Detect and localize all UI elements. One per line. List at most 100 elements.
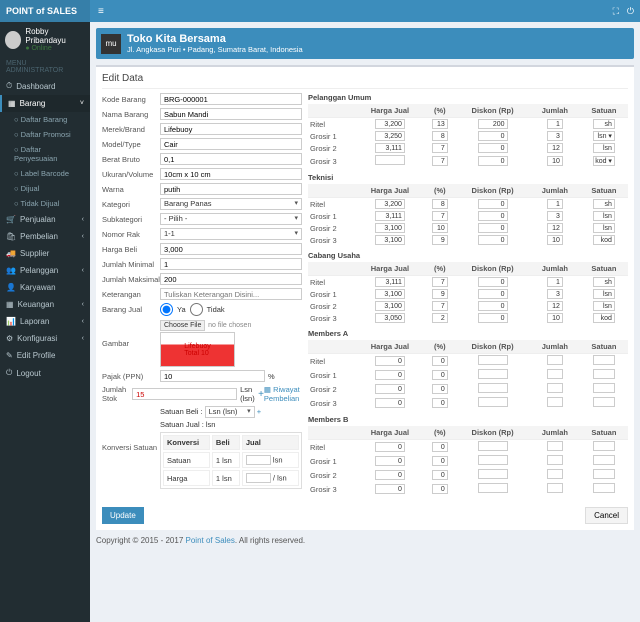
input-model[interactable] <box>160 138 302 150</box>
qty-cell[interactable]: 10 <box>547 156 563 166</box>
discount-cell[interactable]: 0 <box>478 289 508 299</box>
brand[interactable]: POINT of SALES <box>0 0 90 22</box>
unit-cell[interactable] <box>593 441 615 451</box>
input-keterangan[interactable] <box>160 288 302 300</box>
fullscreen-icon[interactable]: ⛶ <box>613 6 619 17</box>
percent-cell[interactable]: 10 <box>432 223 448 233</box>
discount-cell[interactable] <box>478 441 508 451</box>
unit-cell[interactable]: lsn <box>593 289 615 299</box>
conv-harga-input[interactable] <box>246 473 271 483</box>
discount-cell[interactable] <box>478 455 508 465</box>
discount-cell[interactable]: 0 <box>478 277 508 287</box>
input-stok[interactable] <box>132 388 237 400</box>
unit-cell[interactable]: sh <box>593 119 615 129</box>
select-rak[interactable]: 1-1 <box>160 228 302 240</box>
input-merek[interactable] <box>160 123 302 135</box>
sub-tidak-dijual[interactable]: ○ Tidak Dijual <box>0 196 90 211</box>
price-cell[interactable]: 3,100 <box>375 223 405 233</box>
input-kode[interactable] <box>160 93 302 105</box>
price-cell[interactable] <box>375 155 405 165</box>
price-cell[interactable]: 3,100 <box>375 235 405 245</box>
discount-cell[interactable] <box>478 469 508 479</box>
input-berat[interactable] <box>160 153 302 165</box>
qty-cell[interactable]: 3 <box>547 289 563 299</box>
discount-cell[interactable]: 0 <box>478 313 508 323</box>
percent-cell[interactable]: 7 <box>432 143 448 153</box>
qty-cell[interactable]: 1 <box>547 199 563 209</box>
percent-cell[interactable]: 7 <box>432 211 448 221</box>
price-cell[interactable]: 3,050 <box>375 313 405 323</box>
qty-cell[interactable] <box>547 397 563 407</box>
nav-dashboard[interactable]: ⏱ Dashboard <box>0 77 90 95</box>
percent-cell[interactable]: 9 <box>432 289 448 299</box>
price-cell[interactable]: 0 <box>375 384 405 394</box>
sub-label-barcode[interactable]: ○ Label Barcode <box>0 166 90 181</box>
price-cell[interactable]: 3,111 <box>375 211 405 221</box>
select-subkategori[interactable]: - Pilih - <box>160 213 302 225</box>
sub-dijual[interactable]: ○ Dijual <box>0 181 90 196</box>
price-cell[interactable]: 0 <box>375 470 405 480</box>
percent-cell[interactable]: 7 <box>432 156 448 166</box>
price-cell[interactable]: 0 <box>375 456 405 466</box>
conv-jual-input[interactable] <box>246 455 271 465</box>
unit-cell[interactable]: lsn <box>593 301 615 311</box>
discount-cell[interactable] <box>478 483 508 493</box>
percent-cell[interactable]: 8 <box>432 199 448 209</box>
select-kategori[interactable]: Barang Panas <box>160 198 302 210</box>
percent-cell[interactable]: 0 <box>432 356 448 366</box>
price-cell[interactable]: 3,100 <box>375 301 405 311</box>
input-warna[interactable] <box>160 183 302 195</box>
price-cell[interactable]: 0 <box>375 370 405 380</box>
discount-cell[interactable] <box>478 383 508 393</box>
percent-cell[interactable]: 0 <box>432 398 448 408</box>
percent-cell[interactable]: 0 <box>432 470 448 480</box>
qty-cell[interactable]: 12 <box>547 223 563 233</box>
select-satuanbeli[interactable]: Lsn (lsn) <box>205 406 255 418</box>
unit-cell[interactable]: kod <box>593 313 615 323</box>
input-ukuran[interactable] <box>160 168 302 180</box>
qty-cell[interactable]: 10 <box>547 235 563 245</box>
unit-cell[interactable] <box>593 369 615 379</box>
percent-cell[interactable]: 2 <box>432 313 448 323</box>
update-button[interactable]: Update <box>102 507 144 524</box>
unit-cell[interactable] <box>593 397 615 407</box>
price-cell[interactable]: 0 <box>375 356 405 366</box>
percent-cell[interactable]: 7 <box>432 301 448 311</box>
unit-cell[interactable]: lsn <box>593 143 615 153</box>
unit-cell[interactable] <box>593 469 615 479</box>
qty-cell[interactable] <box>547 383 563 393</box>
radio-ya[interactable] <box>160 303 173 316</box>
input-pajak[interactable] <box>160 370 265 382</box>
cancel-button[interactable]: Cancel <box>585 507 628 524</box>
input-nama[interactable] <box>160 108 302 120</box>
qty-cell[interactable]: 3 <box>547 131 563 141</box>
price-cell[interactable]: 3,250 <box>375 131 405 141</box>
nav-karyawan[interactable]: 👤 Karyawan <box>0 279 90 296</box>
nav-pembelian[interactable]: 🛍 Pembelian‹ <box>0 228 90 245</box>
footer-link[interactable]: Point of Sales <box>186 536 235 545</box>
discount-cell[interactable] <box>478 355 508 365</box>
discount-cell[interactable]: 0 <box>478 235 508 245</box>
percent-cell[interactable]: 0 <box>432 456 448 466</box>
discount-cell[interactable]: 0 <box>478 199 508 209</box>
nav-supplier[interactable]: 🚚 Supplier <box>0 245 90 262</box>
qty-cell[interactable]: 1 <box>547 119 563 129</box>
unit-cell[interactable]: lsn <box>593 223 615 233</box>
percent-cell[interactable]: 9 <box>432 235 448 245</box>
discount-cell[interactable]: 0 <box>478 156 508 166</box>
nav-konfigurasi[interactable]: ⚙ Konfigurasi‹ <box>0 330 90 347</box>
unit-cell[interactable]: kod ▾ <box>593 156 615 166</box>
input-jmax[interactable] <box>160 273 302 285</box>
percent-cell[interactable]: 0 <box>432 384 448 394</box>
price-cell[interactable]: 3,111 <box>375 143 405 153</box>
riwayat-link[interactable]: ▦ Riwayat Pembelian <box>264 385 302 403</box>
discount-cell[interactable]: 0 <box>478 211 508 221</box>
input-hargabeli[interactable] <box>160 243 302 255</box>
nav-keuangan[interactable]: ▦ Keuangan‹ <box>0 296 90 313</box>
sub-daftar-penyesuaian[interactable]: ○ Daftar Penyesuaian <box>0 142 90 166</box>
qty-cell[interactable] <box>547 469 563 479</box>
price-cell[interactable]: 0 <box>375 398 405 408</box>
qty-cell[interactable] <box>547 455 563 465</box>
discount-cell[interactable]: 200 <box>478 119 508 129</box>
qty-cell[interactable] <box>547 483 563 493</box>
